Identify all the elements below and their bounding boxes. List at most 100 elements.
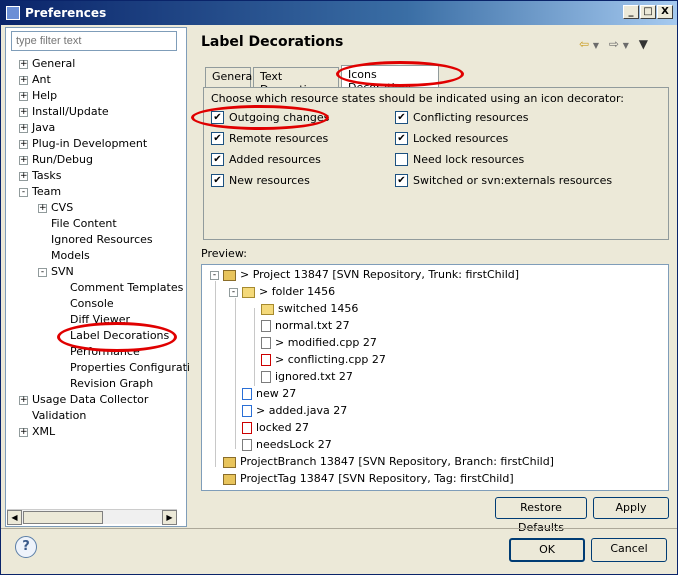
checkmark-icon[interactable]: ✔ [211,111,224,124]
restore-defaults-button[interactable]: Restore Defaults [495,497,587,534]
expand-icon[interactable]: + [38,203,47,213]
filter-input[interactable] [11,31,177,51]
expand-icon[interactable]: + [19,123,28,133]
tab-text-decorations[interactable]: Text Decorations [253,67,339,96]
tree-item[interactable]: Performance [57,344,140,360]
tree-item[interactable]: File Content [38,216,117,232]
apply-button[interactable]: Apply [593,497,669,519]
decoration-checkbox[interactable]: ✔ Remote resources [211,132,328,145]
collapse-icon[interactable]: - [38,267,47,277]
expand-icon[interactable]: + [19,171,28,181]
tree-item[interactable]: + XML [19,424,55,440]
cancel-button[interactable]: Cancel [591,538,667,562]
preview-row[interactable]: - > Project 13847 [SVN Repository, Trunk:… [210,267,519,283]
tree-item[interactable]: Models [38,248,90,264]
tree-item[interactable]: + Usage Data Collector [19,392,148,408]
preview-row[interactable]: > added.java 27 [242,403,347,419]
checkmark-icon[interactable]: ✔ [211,132,224,145]
tree-item[interactable]: + Ant [19,72,51,88]
tree-item[interactable]: + Plug-in Development [19,136,147,152]
tree-item-label: Properties Configurati [70,361,190,374]
expand-icon[interactable]: + [19,395,28,405]
checkmark-icon[interactable]: ✔ [395,111,408,124]
file-icon [261,337,271,349]
tree-item[interactable]: - SVN [38,264,74,280]
expand-icon[interactable]: + [19,75,28,85]
tree-item[interactable]: Ignored Resources [38,232,153,248]
checkbox-label: Conflicting resources [413,111,529,124]
tree-item[interactable]: + Install/Update [19,104,109,120]
preferences-window: Preferences _ □ X + General + Ant + Help + Inst… [0,0,678,575]
tree-item[interactable]: Validation [19,408,86,424]
close-button[interactable]: X [657,5,673,19]
preview-row[interactable]: needsLock 27 [242,437,332,453]
tab-general[interactable]: General [205,67,255,87]
expand-icon[interactable]: + [19,59,28,69]
collapse-icon[interactable]: - [229,287,238,297]
checkmark-icon[interactable]: ✔ [211,153,224,166]
decoration-checkbox[interactable]: ✔ Conflicting resources [395,111,529,124]
folder-icon [261,303,274,315]
tree-item[interactable]: Comment Templates [57,280,183,296]
decoration-checkbox[interactable]: ✔ Locked resources [395,132,508,145]
tree-item[interactable]: Revision Graph [57,376,153,392]
checkmark-icon[interactable]: ✔ [395,174,408,187]
tree-item[interactable]: + Java [19,120,55,136]
back-icon[interactable]: ⇦ [579,37,589,51]
tree-horizontal-scrollbar[interactable]: ◀ ▶ [7,509,177,525]
preview-row[interactable]: switched 1456 [261,301,358,317]
minimize-button[interactable]: _ [623,5,639,19]
preview-row[interactable]: ProjectBranch 13847 [SVN Repository, Bra… [223,454,554,470]
collapse-icon[interactable]: - [210,270,219,280]
ok-button[interactable]: OK [509,538,585,562]
decoration-checkbox[interactable]: ✔ Outgoing changes [211,111,329,124]
decoration-checkbox[interactable]: ✔ New resources [211,174,310,187]
tab-icons-decorations[interactable]: Icons Decorations [341,65,439,94]
preview-row[interactable]: new 27 [242,386,296,402]
preview-row[interactable]: > conflicting.cpp 27 [261,352,386,368]
tree-item-label: Comment Templates [70,281,184,294]
tree-item-label: File Content [51,217,117,230]
forward-icon[interactable]: ⇨ [609,37,619,51]
forward-menu-icon[interactable]: ▼ [623,41,629,50]
expand-icon[interactable]: + [19,155,28,165]
tree-item[interactable]: + CVS [38,200,73,216]
scroll-thumb[interactable] [23,511,103,524]
tree-item[interactable]: + Tasks [19,168,61,184]
decoration-checkbox[interactable]: Need lock resources [395,153,524,166]
preview-row[interactable]: locked 27 [242,420,309,436]
collapse-icon[interactable]: - [19,187,28,197]
tree-item-label: General [32,57,76,70]
back-menu-icon[interactable]: ▼ [593,41,599,50]
tree-item[interactable]: Diff Viewer [57,312,130,328]
checkmark-icon[interactable]: ✔ [211,174,224,187]
tree-item[interactable]: Label Decorations [57,328,169,344]
decoration-checkbox[interactable]: ✔ Switched or svn:externals resources [395,174,612,187]
preview-row[interactable]: normal.txt 27 [261,318,350,334]
preview-row[interactable]: - > folder 1456 [229,284,335,300]
expand-icon[interactable]: + [19,107,28,117]
checkmark-icon[interactable]: ✔ [395,132,408,145]
tree-item-label: Tasks [32,169,62,182]
preview-row[interactable]: > modified.cpp 27 [261,335,377,351]
preview-row[interactable]: ignored.txt 27 [261,369,353,385]
expand-icon[interactable]: + [19,91,28,101]
view-menu-icon[interactable]: ▼ [639,37,648,51]
tree-item[interactable]: + General [19,56,75,72]
tree-item[interactable]: Properties Configurati [57,360,190,376]
decoration-checkbox[interactable]: ✔ Added resources [211,153,321,166]
tree-item[interactable]: - Team [19,184,61,200]
tree-item[interactable]: Console [57,296,114,312]
expand-icon[interactable]: + [19,427,28,437]
tree-item[interactable]: + Help [19,88,57,104]
preview-row[interactable]: ProjectTag 13847 [SVN Repository, Tag: f… [223,471,514,487]
tree-item[interactable]: + Run/Debug [19,152,93,168]
maximize-button[interactable]: □ [640,5,656,19]
expand-icon[interactable]: + [19,139,28,149]
help-icon[interactable]: ? [15,536,37,558]
scroll-right-arrow-icon[interactable]: ▶ [162,510,177,525]
scroll-left-arrow-icon[interactable]: ◀ [7,510,22,525]
empty-checkbox-icon[interactable] [395,153,408,166]
tree-item-label: Ignored Resources [51,233,153,246]
preview-row-label: needsLock 27 [256,438,332,451]
